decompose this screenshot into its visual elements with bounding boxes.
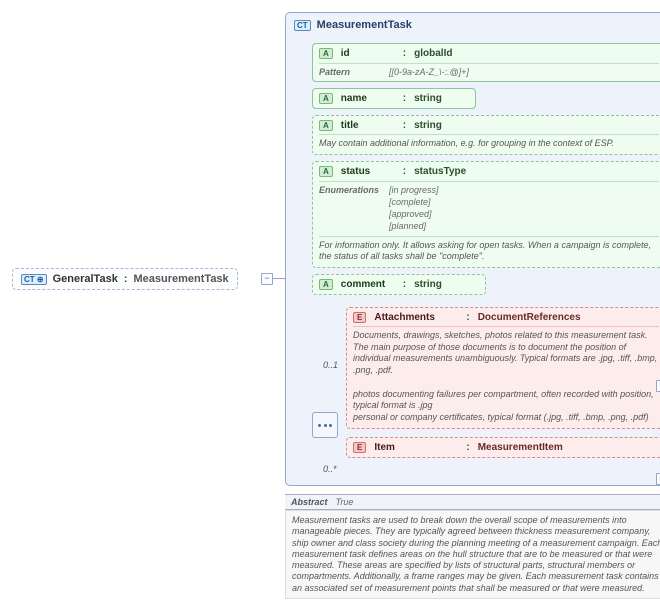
- attribute-icon: A: [319, 279, 333, 290]
- pattern-label: Pattern: [319, 67, 381, 77]
- abstract-label: Abstract: [291, 497, 328, 507]
- attribute-name[interactable]: A name : string: [312, 88, 476, 109]
- expand-toggle[interactable]: +: [656, 473, 660, 485]
- attribute-icon: A: [319, 166, 333, 177]
- complextype-icon: CT ⊕: [21, 274, 47, 285]
- abstract-property: Abstract True: [285, 494, 660, 510]
- attribute-title[interactable]: A title : string May contain additional …: [312, 115, 660, 155]
- attribute-description: For information only. It allows asking f…: [319, 236, 659, 263]
- element-attachments[interactable]: E Attachments : DocumentReferences Docum…: [346, 307, 660, 429]
- multiplicity-label: 0..*: [323, 464, 337, 474]
- expand-toggle[interactable]: +: [656, 380, 660, 392]
- abstract-value: True: [336, 497, 354, 507]
- multiplicity-label: 0..1: [323, 360, 338, 370]
- pattern-value: [[0-9a-zA-Z_\-:.@]+]: [389, 67, 469, 77]
- root-type: MeasurementTask: [134, 273, 229, 285]
- enumerations-label: Enumerations: [319, 185, 381, 195]
- attribute-description: May contain additional information, e.g.…: [319, 134, 659, 150]
- element-icon: E: [353, 442, 366, 453]
- main-complextype-box: CT MeasurementTask A id : globalId Patte…: [285, 12, 660, 486]
- root-complextype[interactable]: CT ⊕ GeneralTask : MeasurementTask: [12, 268, 238, 290]
- connector: [272, 278, 285, 279]
- root-name: GeneralTask: [53, 273, 118, 285]
- main-complextype-header[interactable]: CT MeasurementTask: [294, 19, 660, 37]
- attribute-status[interactable]: A status : statusType Enumerations [in p…: [312, 161, 660, 268]
- attribute-id[interactable]: A id : globalId Pattern [[0-9a-zA-Z_\-:.…: [312, 43, 660, 82]
- sequence-compositor-icon[interactable]: [312, 412, 338, 438]
- attribute-comment[interactable]: A comment : string: [312, 274, 486, 295]
- expand-toggle[interactable]: −: [261, 273, 273, 285]
- element-icon: E: [353, 312, 366, 323]
- complextype-description: Measurement tasks are used to break down…: [285, 510, 660, 599]
- attribute-icon: A: [319, 48, 333, 59]
- element-description: Documents, drawings, sketches, photos re…: [353, 326, 659, 424]
- attribute-icon: A: [319, 93, 333, 104]
- element-item[interactable]: E Item : MeasurementItem: [346, 437, 660, 458]
- attribute-icon: A: [319, 120, 333, 131]
- main-complextype-name: MeasurementTask: [317, 19, 412, 31]
- complextype-icon: CT: [294, 20, 311, 31]
- enumerations-list: [in progress] [complete] [approved] [pla…: [389, 185, 439, 233]
